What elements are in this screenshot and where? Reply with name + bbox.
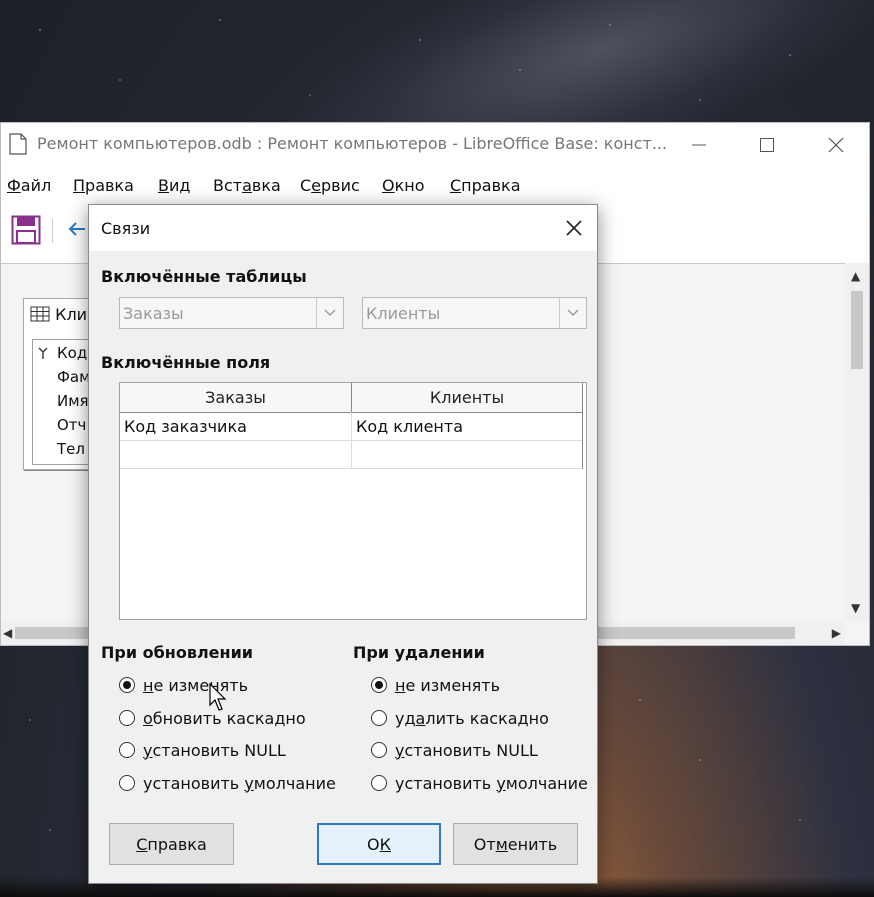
minimize-icon <box>692 144 706 146</box>
title-bar: Ремонт компьютеров.odb : Ремонт компьюте… <box>1 123 869 167</box>
menu-file[interactable]: Файл <box>7 176 51 195</box>
document-icon <box>9 133 27 155</box>
grid-column-divider <box>351 412 352 469</box>
left-table-combo[interactable]: Заказы <box>119 297 344 329</box>
menu-tools[interactable]: Сервис <box>300 176 360 195</box>
left-table-dropdown-button[interactable] <box>316 298 343 328</box>
grid-column-divider <box>351 383 352 412</box>
scroll-down-icon[interactable]: ▼ <box>851 601 860 615</box>
scroll-left-icon[interactable]: ◀ <box>3 626 12 640</box>
maximize-button[interactable] <box>745 129 789 161</box>
menu-edit[interactable]: Правка <box>73 176 134 195</box>
grid-cell[interactable] <box>352 441 582 468</box>
radio-indicator[interactable] <box>119 742 135 758</box>
radio-indicator[interactable] <box>119 775 135 791</box>
radio-indicator[interactable] <box>371 775 387 791</box>
field-item[interactable]: Тел <box>57 440 85 458</box>
relations-dialog: Связи Включённые таблицы Заказы Клиенты … <box>88 204 598 884</box>
help-button[interactable]: Справка <box>109 823 234 865</box>
menu-view[interactable]: Вид <box>158 176 190 195</box>
radio-indicator[interactable] <box>371 710 387 726</box>
mouse-cursor-icon <box>209 683 227 711</box>
table-icon <box>30 306 50 322</box>
field-item[interactable]: Фам <box>57 368 90 386</box>
close-icon <box>566 220 582 236</box>
field-item[interactable]: Имя <box>57 392 89 410</box>
right-table-combo[interactable]: Клиенты <box>362 297 587 329</box>
radio-indicator[interactable] <box>119 677 135 693</box>
right-table-value: Клиенты <box>366 304 441 323</box>
dialog-close-button[interactable] <box>561 215 587 241</box>
toolbar-separator <box>52 219 53 243</box>
close-icon <box>828 137 844 153</box>
update-set-default-radio[interactable]: установить умолчание <box>119 771 336 795</box>
field-item[interactable]: Отч <box>57 416 86 434</box>
vertical-scrollbar[interactable]: ▲ ▼ <box>845 263 869 621</box>
save-icon[interactable] <box>11 215 41 245</box>
grid-header-right: Клиенты <box>429 388 505 407</box>
window-title: Ремонт компьютеров.odb : Ремонт компьюте… <box>37 134 668 153</box>
grid-cell[interactable]: Код клиента <box>352 413 582 440</box>
radio-indicator[interactable] <box>119 710 135 726</box>
dialog-title: Связи <box>101 219 151 238</box>
grid-cell[interactable]: Код заказчика <box>120 413 351 440</box>
on-update-label: При обновлении <box>101 643 254 662</box>
field-item[interactable]: Код <box>57 344 87 362</box>
dialog-title-bar: Связи <box>89 205 597 251</box>
chevron-down-icon <box>567 309 579 316</box>
ok-button[interactable]: ОК <box>317 823 441 865</box>
close-window-button[interactable] <box>814 129 858 161</box>
scroll-up-icon[interactable]: ▲ <box>851 269 860 283</box>
right-table-dropdown-button[interactable] <box>559 298 586 328</box>
menu-help[interactable]: Справка <box>450 176 521 195</box>
delete-cascade-radio[interactable]: удалить каскадно <box>371 706 549 730</box>
update-set-null-radio[interactable]: установить NULL <box>119 738 286 762</box>
key-icon <box>38 347 48 359</box>
left-table-value: Заказы <box>123 304 184 323</box>
radio-indicator[interactable] <box>371 677 387 693</box>
radio-indicator[interactable] <box>371 742 387 758</box>
delete-no-action-radio[interactable]: не изменять <box>371 673 500 697</box>
grid-right-edge <box>582 383 583 469</box>
menu-insert[interactable]: Вставка <box>213 176 281 195</box>
included-tables-label: Включённые таблицы <box>101 267 307 286</box>
vertical-scroll-thumb[interactable] <box>851 291 863 369</box>
menu-window[interactable]: Окно <box>382 176 425 195</box>
menu-bar: Файл Правка Вид Вставка Сервис Окно Спра… <box>1 167 869 201</box>
maximize-icon <box>760 138 774 152</box>
grid-header-left: Заказы <box>205 388 266 407</box>
scroll-right-icon[interactable]: ▶ <box>832 626 841 640</box>
undo-arrow-icon[interactable] <box>67 219 87 239</box>
on-delete-label: При удалении <box>353 643 485 662</box>
table-window-title: Кли <box>30 305 87 324</box>
cancel-button[interactable]: Отменить <box>453 823 578 865</box>
included-fields-label: Включённые поля <box>101 353 271 372</box>
chevron-down-icon <box>324 309 336 316</box>
delete-set-null-radio[interactable]: установить NULL <box>371 738 538 762</box>
delete-set-default-radio[interactable]: установить умолчание <box>371 771 588 795</box>
minimize-button[interactable] <box>677 129 721 161</box>
fields-grid[interactable]: Заказы Клиенты Код заказчика Код клиента <box>119 382 587 620</box>
grid-cell[interactable] <box>120 441 351 468</box>
